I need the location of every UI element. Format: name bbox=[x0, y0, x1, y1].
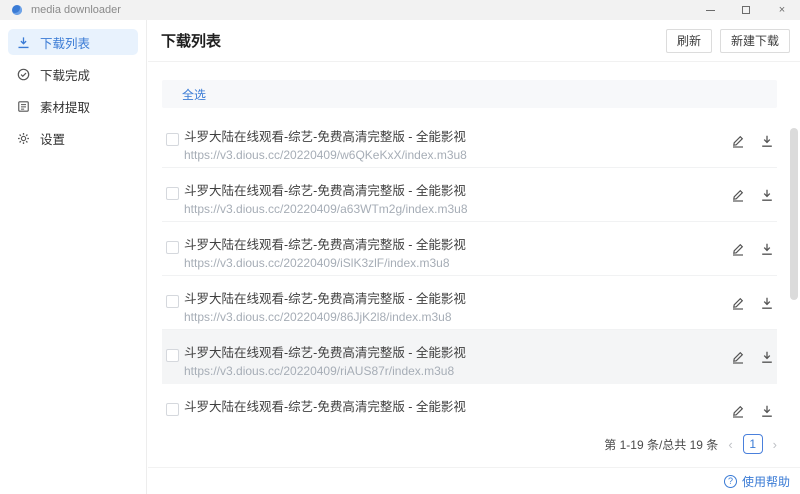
sidebar-item-label: 设置 bbox=[40, 132, 66, 147]
pagination: 第 1-19 条/总共 19 条 ‹ 1 › bbox=[162, 434, 777, 454]
row-actions bbox=[731, 134, 774, 148]
row-checkbox[interactable] bbox=[166, 403, 179, 416]
download-title: 斗罗大陆在线观看-综艺-免费高清完整版 - 全能影视 bbox=[184, 184, 466, 198]
sidebar-item-label: 下载完成 bbox=[40, 68, 91, 83]
row-checkbox[interactable] bbox=[166, 133, 179, 146]
app-title: media downloader bbox=[31, 4, 121, 16]
sidebar-item-label: 下载列表 bbox=[40, 36, 91, 51]
download-action-icon[interactable] bbox=[760, 134, 774, 148]
download-icon bbox=[18, 36, 29, 48]
row-actions bbox=[731, 242, 774, 256]
download-action-icon[interactable] bbox=[760, 242, 774, 256]
help-label: 使用帮助 bbox=[741, 474, 790, 489]
main-panel: 下载列表 刷新 新建下载 全选 斗罗大陆在线观看-综艺-免费高清完整版 - 全能… bbox=[148, 20, 800, 494]
edit-icon[interactable] bbox=[731, 296, 745, 310]
download-action-icon[interactable] bbox=[760, 296, 774, 310]
edit-icon[interactable] bbox=[731, 134, 745, 148]
minimize-button[interactable] bbox=[692, 0, 728, 20]
download-title: 斗罗大陆在线观看-综艺-免费高清完整版 - 全能影视 bbox=[184, 292, 466, 306]
maximize-icon bbox=[742, 6, 750, 14]
download-url: https://v3.dious.cc/20220409/w6QKeKxX/in… bbox=[184, 148, 467, 162]
row-actions bbox=[731, 350, 774, 364]
row-text: 斗罗大陆在线观看-综艺-免费高清完整版 - 全能影视 bbox=[184, 399, 697, 416]
row-text: 斗罗大陆在线观看-综艺-免费高清完整版 - 全能影视 https://v3.di… bbox=[184, 129, 697, 164]
row-actions bbox=[731, 296, 774, 310]
window-controls: × bbox=[692, 0, 800, 20]
download-list-item[interactable]: 斗罗大陆在线观看-综艺-免费高清完整版 - 全能影视 https://v3.di… bbox=[162, 168, 777, 222]
footer: ? 使用帮助 bbox=[148, 467, 800, 494]
close-button[interactable]: × bbox=[764, 0, 800, 20]
download-list-item[interactable]: 斗罗大陆在线观看-综艺-免费高清完整版 - 全能影视 https://v3.di… bbox=[162, 330, 777, 384]
download-list-item[interactable]: 斗罗大陆在线观看-综艺-免费高清完整版 - 全能影视 https://v3.di… bbox=[162, 276, 777, 330]
row-actions bbox=[731, 404, 774, 418]
app-logo-icon bbox=[12, 5, 22, 15]
download-list-section: 全选 斗罗大陆在线观看-综艺-免费高清完整版 - 全能影视 https://v3… bbox=[148, 62, 800, 454]
download-action-icon[interactable] bbox=[760, 404, 774, 418]
download-rows: 斗罗大陆在线观看-综艺-免费高清完整版 - 全能影视 https://v3.di… bbox=[162, 114, 777, 420]
select-all-link[interactable]: 全选 bbox=[182, 86, 206, 103]
download-url: https://v3.dious.cc/20220409/a63WTm2g/in… bbox=[184, 202, 468, 216]
row-text: 斗罗大陆在线观看-综艺-免费高清完整版 - 全能影视 https://v3.di… bbox=[184, 183, 697, 218]
row-text: 斗罗大陆在线观看-综艺-免费高清完整版 - 全能影视 https://v3.di… bbox=[184, 291, 697, 326]
header-actions: 刷新 新建下载 bbox=[665, 28, 790, 53]
minimize-icon bbox=[705, 9, 715, 11]
edit-icon[interactable] bbox=[731, 404, 745, 418]
select-all-band: 全选 bbox=[162, 80, 777, 108]
sidebar-item-label: 素材提取 bbox=[40, 100, 91, 115]
download-list-item[interactable]: 斗罗大陆在线观看-综艺-免费高清完整版 - 全能影视 https://v3.di… bbox=[162, 222, 777, 276]
main-header: 下载列表 刷新 新建下载 bbox=[148, 20, 800, 62]
pagination-summary: 第 1-19 条/总共 19 条 bbox=[604, 437, 719, 452]
row-actions bbox=[731, 188, 774, 202]
help-icon: ? bbox=[723, 474, 737, 488]
sidebar-item-download-list[interactable]: 下载列表 bbox=[8, 29, 138, 55]
extract-icon bbox=[18, 100, 29, 112]
row-checkbox[interactable] bbox=[166, 349, 179, 362]
download-url: https://v3.dious.cc/20220409/iSlK3zlF/in… bbox=[184, 256, 450, 270]
row-text: 斗罗大陆在线观看-综艺-免费高清完整版 - 全能影视 https://v3.di… bbox=[184, 345, 697, 380]
edit-icon[interactable] bbox=[731, 188, 745, 202]
scrollbar-thumb[interactable] bbox=[790, 128, 798, 300]
help-link[interactable]: ? 使用帮助 bbox=[723, 473, 790, 490]
download-list-item[interactable]: 斗罗大陆在线观看-综艺-免费高清完整版 - 全能影视 bbox=[162, 384, 777, 420]
download-url: https://v3.dious.cc/20220409/riAUS87r/in… bbox=[184, 364, 455, 378]
edit-icon[interactable] bbox=[731, 242, 745, 256]
current-page-button[interactable]: 1 bbox=[742, 434, 763, 454]
titlebar: media downloader × bbox=[0, 0, 800, 20]
download-action-icon[interactable] bbox=[760, 188, 774, 202]
download-list-item[interactable]: 斗罗大陆在线观看-综艺-免费高清完整版 - 全能影视 https://v3.di… bbox=[162, 114, 777, 168]
sidebar-item-settings[interactable]: 设置 bbox=[8, 125, 138, 151]
download-action-icon[interactable] bbox=[760, 350, 774, 364]
gear-icon bbox=[18, 132, 29, 144]
edit-icon[interactable] bbox=[731, 350, 745, 364]
refresh-button[interactable]: 刷新 bbox=[665, 28, 712, 53]
check-circle-icon bbox=[17, 68, 30, 80]
page-title: 下载列表 bbox=[161, 33, 222, 50]
download-title: 斗罗大陆在线观看-综艺-免费高清完整版 - 全能影视 bbox=[184, 400, 466, 414]
download-title: 斗罗大陆在线观看-综艺-免费高清完整版 - 全能影视 bbox=[184, 346, 466, 360]
row-text: 斗罗大陆在线观看-综艺-免费高清完整版 - 全能影视 https://v3.di… bbox=[184, 237, 697, 272]
maximize-button[interactable] bbox=[728, 0, 764, 20]
sidebar-item-material-extract[interactable]: 素材提取 bbox=[8, 93, 138, 119]
new-download-button[interactable]: 新建下载 bbox=[719, 28, 790, 53]
row-checkbox[interactable] bbox=[166, 187, 179, 200]
download-title: 斗罗大陆在线观看-综艺-免费高清完整版 - 全能影视 bbox=[184, 238, 466, 252]
download-url: https://v3.dious.cc/20220409/86JjK2l8/in… bbox=[184, 310, 452, 324]
download-title: 斗罗大陆在线观看-综艺-免费高清完整版 - 全能影视 bbox=[184, 130, 466, 144]
prev-page-icon[interactable]: ‹ bbox=[728, 437, 732, 452]
row-checkbox[interactable] bbox=[166, 241, 179, 254]
sidebar: 下载列表 下载完成 素材提取 设置 bbox=[0, 20, 147, 494]
next-page-icon[interactable]: › bbox=[773, 437, 777, 452]
row-checkbox[interactable] bbox=[166, 295, 179, 308]
sidebar-item-download-complete[interactable]: 下载完成 bbox=[8, 61, 138, 87]
